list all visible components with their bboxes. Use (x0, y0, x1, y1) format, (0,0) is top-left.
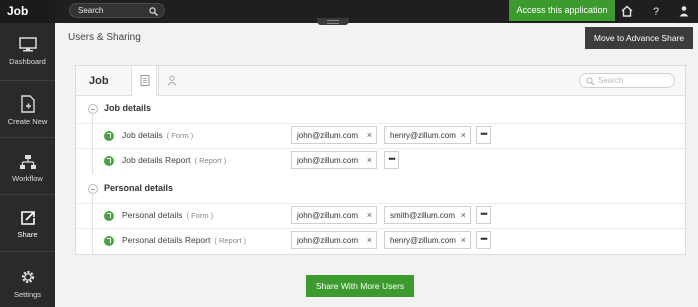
component-name[interactable]: Personal details Report( Report ) (122, 235, 246, 245)
monitor-icon (18, 37, 37, 52)
left-rail: Job Dashboard Create New Workflow Share … (0, 0, 55, 307)
remove-user-icon[interactable]: × (461, 210, 466, 220)
sidebar-item-workflow[interactable]: Workflow (0, 154, 55, 183)
more-options-button[interactable]: ••• (384, 151, 399, 169)
svg-text:?: ? (653, 6, 659, 18)
tab-components[interactable] (131, 66, 157, 97)
component-name[interactable]: Job details Report( Report ) (122, 155, 226, 165)
remove-user-icon[interactable]: × (367, 235, 372, 245)
user-chip: john@zillum.com × (291, 231, 377, 249)
remove-user-icon[interactable]: × (461, 130, 466, 140)
share-icon (20, 211, 35, 225)
shared-status-icon (104, 156, 114, 166)
remove-user-icon[interactable]: × (367, 210, 372, 220)
search-icon (149, 7, 158, 16)
shared-status-icon (104, 211, 114, 221)
remove-user-icon[interactable]: × (461, 235, 466, 245)
section-personal-details: Personal details (76, 179, 685, 199)
panel-search-input[interactable]: Search (579, 73, 675, 88)
section-title: Personal details (104, 183, 174, 193)
divider (0, 80, 55, 81)
remove-user-icon[interactable]: × (367, 155, 372, 165)
shared-status-icon (104, 236, 114, 246)
collapse-handle[interactable] (317, 18, 349, 25)
user-chip: john@zillum.com × (291, 151, 377, 169)
table-row: Personal details( Form ) john@zillum.com… (76, 203, 685, 227)
workflow-icon (19, 155, 36, 169)
collapse-toggle-icon[interactable] (88, 184, 98, 194)
tab-users[interactable] (158, 66, 184, 96)
advance-share-button[interactable]: Move to Advance Share (585, 27, 693, 49)
search-placeholder: Search (598, 76, 624, 85)
top-bar: Search Access this application ? (55, 0, 698, 25)
panel-header: Job Search (76, 66, 685, 97)
search-icon (586, 77, 595, 86)
sidebar-item-settings[interactable]: Settings (0, 268, 55, 299)
divider (0, 251, 55, 252)
sharing-panel: Job Search Job details Job details (For… (75, 65, 686, 255)
gear-icon (21, 270, 34, 284)
table-row: Job details Report( Report ) john@zillum… (76, 148, 685, 172)
document-icon (140, 75, 150, 86)
user-icon (167, 75, 177, 86)
share-with-more-users-button[interactable]: Share With More Users (306, 275, 414, 297)
more-options-button[interactable]: ••• (476, 206, 491, 224)
shared-status-icon (104, 131, 114, 141)
home-icon[interactable] (620, 4, 634, 18)
page-title: Users & Sharing (68, 32, 141, 43)
sidebar-item-label: Workflow (12, 174, 43, 183)
section-job-details: Job details (76, 99, 685, 119)
section-title: Job details (104, 103, 152, 113)
collapse-toggle-icon[interactable] (88, 104, 98, 114)
user-icon[interactable] (677, 4, 691, 18)
table-row: Job details( Form ) john@zillum.com × hen… (76, 123, 685, 147)
sidebar-item-label: Settings (13, 290, 42, 299)
panel-title: Job (89, 75, 109, 87)
global-search-input[interactable]: Search (69, 3, 165, 18)
more-options-button[interactable]: ••• (476, 231, 491, 249)
sidebar-item-label: Share (17, 230, 38, 239)
sidebar-item-share[interactable]: Share (0, 210, 55, 239)
sidebar-item-label: Create New (7, 117, 48, 126)
access-application-button[interactable]: Access this application (509, 0, 615, 21)
user-chip: john@zillum.com × (291, 206, 377, 224)
user-chip: henry@zillum.com × (384, 231, 471, 249)
sidebar-item-create-new[interactable]: Create New (0, 95, 55, 126)
help-icon[interactable]: ? (649, 4, 663, 18)
user-chip: john@zillum.com × (291, 126, 377, 144)
divider (0, 194, 55, 195)
app-title: Job (0, 0, 55, 23)
sidebar-item-label: Dashboard (9, 57, 46, 66)
component-name[interactable]: Job details( Form ) (122, 130, 193, 140)
remove-user-icon[interactable]: × (367, 130, 372, 140)
more-options-button[interactable]: ••• (476, 126, 491, 144)
user-chip: smith@zillum.com × (384, 206, 471, 224)
page-header: Users & Sharing Move to Advance Share (55, 25, 698, 51)
search-placeholder: Search (78, 6, 104, 15)
user-chip: henry@zillum.com × (384, 126, 471, 144)
divider (0, 137, 55, 138)
component-name[interactable]: Personal details( Form ) (122, 210, 213, 220)
table-row: Personal details Report( Report ) john@z… (76, 228, 685, 252)
new-page-icon (20, 95, 35, 113)
sidebar-item-dashboard[interactable]: Dashboard (0, 37, 55, 66)
